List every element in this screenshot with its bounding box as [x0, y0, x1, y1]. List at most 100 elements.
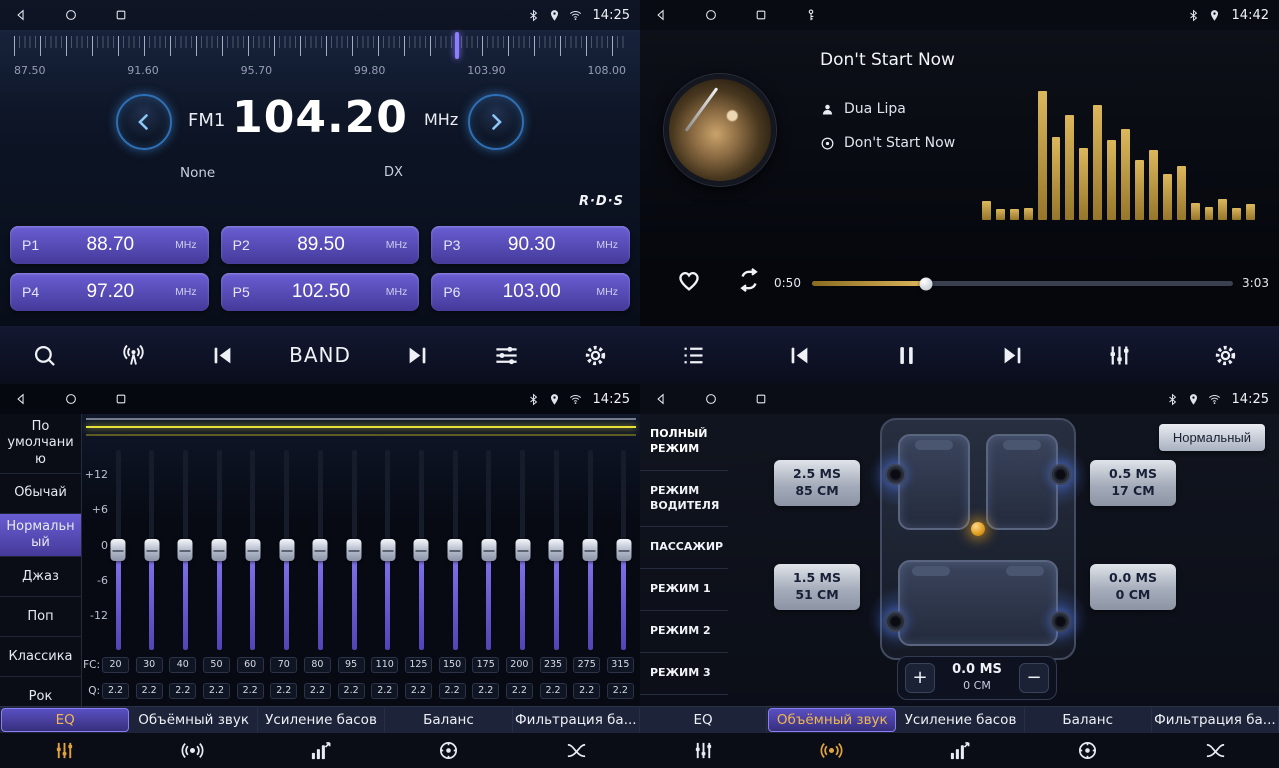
eq-band-slider-50[interactable] [211, 450, 227, 650]
previous-station-button[interactable] [200, 333, 244, 377]
tab-bass-boost[interactable]: Усиление басов [897, 707, 1024, 733]
delay-front-left[interactable]: 2.5 MS 85 CM [774, 460, 860, 506]
favorite-button[interactable] [674, 266, 704, 296]
tab-filter[interactable]: Фильтрация ба... [513, 707, 640, 733]
eq-preset-item[interactable]: Нормальный [0, 514, 81, 558]
surround-tab-icon[interactable] [768, 733, 896, 768]
preset-button-p4[interactable]: P497.20MHz [10, 273, 209, 311]
scan-button[interactable] [22, 333, 66, 377]
eq-preset-item[interactable]: Классика [0, 637, 81, 677]
slider-handle[interactable] [144, 539, 159, 561]
slider-handle[interactable] [583, 539, 598, 561]
slider-handle[interactable] [111, 539, 126, 561]
recents-button[interactable] [114, 8, 128, 22]
eq-band-slider-70[interactable] [279, 450, 295, 650]
repeat-button[interactable] [734, 266, 764, 296]
recents-button[interactable] [754, 8, 768, 22]
field-mode-6[interactable]: РЕЖИМ 3 [640, 653, 728, 695]
delay-rear-left[interactable]: 1.5 MS 51 CM [774, 564, 860, 610]
seat-map[interactable] [880, 418, 1076, 660]
preset-button-p3[interactable]: P390.30MHz [431, 226, 630, 264]
tab-balance[interactable]: Баланс [385, 707, 512, 733]
eq-band-slider-235[interactable] [548, 450, 564, 650]
slider-handle[interactable] [279, 539, 294, 561]
equalizer-button[interactable] [485, 333, 529, 377]
home-button[interactable] [64, 392, 78, 406]
slider-handle[interactable] [212, 539, 227, 561]
delay-rear-right[interactable]: 0.0 MS 0 CM [1090, 564, 1176, 610]
slider-handle[interactable] [481, 539, 496, 561]
tab-eq[interactable]: EQ [1, 708, 129, 732]
field-mode-2[interactable]: РЕЖИМ ВОДИТЕЛЯ [640, 471, 728, 528]
slider-handle[interactable] [448, 539, 463, 561]
eq-band-slider-125[interactable] [413, 450, 429, 650]
preset-button-p2[interactable]: P289.50MHz [221, 226, 420, 264]
slider-handle[interactable] [245, 539, 260, 561]
back-button[interactable] [654, 8, 668, 22]
eq-preset-item[interactable]: Рок [0, 677, 81, 706]
slider-handle[interactable] [414, 539, 429, 561]
bass-boost-tab-icon[interactable] [896, 733, 1024, 768]
eq-band-slider-40[interactable] [177, 450, 193, 650]
eq-band-slider-30[interactable] [144, 450, 160, 650]
auto-seek-button[interactable] [111, 333, 155, 377]
tune-up-button[interactable] [468, 94, 524, 150]
filter-tab-icon[interactable] [512, 733, 640, 768]
eq-tab-icon[interactable] [0, 733, 128, 768]
recents-button[interactable] [114, 392, 128, 406]
settings-button[interactable] [1204, 333, 1248, 377]
preset-button-p1[interactable]: P188.70MHz [10, 226, 209, 264]
eq-band-slider-60[interactable] [245, 450, 261, 650]
filter-tab-icon[interactable] [1151, 733, 1279, 768]
home-button[interactable] [704, 8, 718, 22]
recents-button[interactable] [754, 392, 768, 406]
balance-tab-icon[interactable] [1023, 733, 1151, 768]
back-button[interactable] [654, 392, 668, 406]
playlist-button[interactable] [671, 333, 715, 377]
delay-decrease-button[interactable]: − [1019, 663, 1049, 693]
tab-balance[interactable]: Баланс [1025, 707, 1152, 733]
eq-band-slider-315[interactable] [616, 450, 632, 650]
tab-eq[interactable]: EQ [640, 707, 767, 733]
field-mode-5[interactable]: РЕЖИМ 2 [640, 611, 728, 653]
listening-position-dot[interactable] [971, 522, 985, 536]
field-mode-1[interactable]: ПОЛНЫЙ РЕЖИМ [640, 414, 728, 471]
pause-button[interactable] [884, 333, 928, 377]
balance-tab-icon[interactable] [384, 733, 512, 768]
bass-boost-tab-icon[interactable] [256, 733, 384, 768]
settings-button[interactable] [574, 333, 618, 377]
home-button[interactable] [64, 8, 78, 22]
eq-band-slider-175[interactable] [481, 450, 497, 650]
eq-preset-item[interactable]: По умолчанию [0, 414, 81, 474]
back-button[interactable] [14, 392, 28, 406]
preset-badge[interactable]: Нормальный [1159, 424, 1265, 451]
tab-surround[interactable]: Объёмный звук [768, 708, 896, 732]
slider-handle[interactable] [347, 539, 362, 561]
slider-handle[interactable] [616, 539, 631, 561]
field-mode-4[interactable]: РЕЖИМ 1 [640, 569, 728, 611]
eq-tab-icon[interactable] [640, 733, 768, 768]
preset-button-p6[interactable]: P6103.00MHz [431, 273, 630, 311]
next-track-button[interactable] [991, 333, 1035, 377]
tab-surround[interactable]: Объёмный звук [130, 707, 257, 733]
home-button[interactable] [704, 392, 718, 406]
seek-bar[interactable] [812, 281, 1233, 286]
preset-button-p5[interactable]: P5102.50MHz [221, 273, 420, 311]
previous-track-button[interactable] [778, 333, 822, 377]
field-mode-3[interactable]: ПАССАЖИР [640, 527, 728, 569]
slider-handle[interactable] [380, 539, 395, 561]
surround-tab-icon[interactable] [128, 733, 256, 768]
eq-band-slider-275[interactable] [582, 450, 598, 650]
eq-band-slider-95[interactable] [346, 450, 362, 650]
eq-preset-item[interactable]: Поп [0, 597, 81, 637]
slider-handle[interactable] [178, 539, 193, 561]
slider-handle[interactable] [313, 539, 328, 561]
tab-bass-boost[interactable]: Усиление басов [258, 707, 385, 733]
band-button[interactable]: BAND [289, 333, 351, 377]
eq-band-slider-200[interactable] [515, 450, 531, 650]
tab-filter[interactable]: Фильтрация ба... [1152, 707, 1279, 733]
slider-handle[interactable] [515, 539, 530, 561]
delay-increase-button[interactable]: + [905, 663, 935, 693]
equalizer-button[interactable] [1097, 333, 1141, 377]
back-button[interactable] [14, 8, 28, 22]
